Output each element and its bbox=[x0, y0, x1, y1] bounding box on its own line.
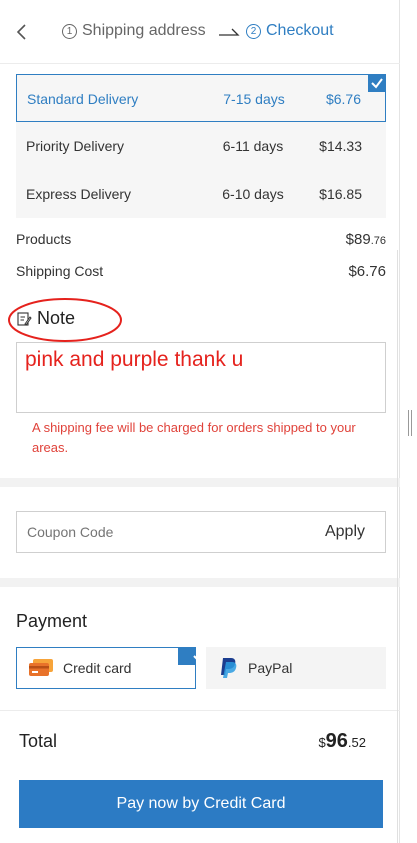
products-row: Products $89.76 bbox=[16, 231, 386, 248]
coupon-apply-button[interactable]: Apply bbox=[325, 523, 365, 541]
shipping-cost-value: $6.76 bbox=[348, 263, 386, 280]
total-cents: .52 bbox=[347, 735, 366, 750]
checkout-header: 1 Shipping address 2 Checkout bbox=[0, 0, 400, 64]
note-title: Note bbox=[16, 308, 75, 329]
step-number-1: 1 bbox=[62, 23, 77, 39]
delivery-price: $16.85 bbox=[319, 186, 362, 202]
paypal-icon bbox=[221, 658, 237, 678]
note-title-label: Note bbox=[37, 308, 76, 328]
delivery-option-standard[interactable]: Standard Delivery 7-15 days $6.76 bbox=[16, 74, 386, 122]
coupon-input[interactable] bbox=[27, 524, 267, 540]
total-label: Total bbox=[19, 731, 58, 751]
checkout-page: 1 Shipping address 2 Checkout Standard D… bbox=[0, 0, 400, 843]
selected-check-icon bbox=[178, 647, 205, 665]
total-value: $96.52 bbox=[318, 730, 366, 753]
note-handwritten-text: pink and purple thank u bbox=[25, 348, 244, 371]
section-divider bbox=[0, 578, 400, 587]
payment-option-paypal[interactable]: PayPal bbox=[206, 647, 386, 689]
total-divider bbox=[0, 710, 400, 711]
delivery-name: Standard Delivery bbox=[27, 91, 139, 107]
panel-edge bbox=[397, 250, 398, 843]
products-value-cents: .76 bbox=[370, 235, 386, 247]
products-value: $89.76 bbox=[346, 231, 386, 248]
step-shipping-label: Shipping address bbox=[82, 22, 206, 39]
resize-handle[interactable] bbox=[408, 410, 412, 436]
shipping-cost-label: Shipping Cost bbox=[16, 263, 104, 279]
delivery-option-priority[interactable]: Priority Delivery 6-11 days $14.33 bbox=[16, 122, 386, 170]
delivery-days: 7-15 days bbox=[223, 91, 285, 107]
delivery-options: Standard Delivery 7-15 days $6.76 Priori… bbox=[16, 74, 386, 218]
edit-note-icon bbox=[17, 311, 32, 326]
shipping-fee-warning: A shipping fee will be charged for order… bbox=[32, 420, 356, 455]
products-label: Products bbox=[16, 231, 72, 247]
delivery-name: Express Delivery bbox=[26, 186, 132, 202]
credit-card-label: Credit card bbox=[63, 660, 132, 676]
products-value-int: $89 bbox=[345, 231, 371, 248]
step-arrow-icon bbox=[219, 28, 240, 36]
step-checkout-label: Checkout bbox=[266, 22, 334, 39]
delivery-price: $6.76 bbox=[325, 91, 361, 107]
delivery-price: $14.33 bbox=[319, 138, 362, 154]
shipping-cost-row: Shipping Cost $6.76 bbox=[16, 263, 386, 280]
delivery-days: 6-10 days bbox=[222, 186, 284, 202]
coupon-field: Apply bbox=[16, 511, 386, 553]
step-number-2: 2 bbox=[246, 23, 261, 39]
selected-check-icon bbox=[368, 74, 386, 92]
payment-option-credit-card[interactable]: Credit card bbox=[16, 647, 205, 689]
delivery-days: 6-11 days bbox=[222, 138, 284, 154]
total-int: 96 bbox=[325, 730, 348, 752]
payment-title: Payment bbox=[16, 611, 88, 631]
delivery-option-express[interactable]: Express Delivery 6-10 days $16.85 bbox=[16, 170, 386, 218]
step-shipping-address[interactable]: 1 Shipping address bbox=[62, 22, 206, 40]
back-arrow-icon[interactable] bbox=[12, 20, 32, 44]
step-checkout[interactable]: 2 Checkout bbox=[246, 22, 334, 40]
delivery-name: Priority Delivery bbox=[26, 138, 125, 154]
paypal-label: PayPal bbox=[248, 660, 293, 676]
pay-now-button[interactable]: Pay now by Credit Card bbox=[19, 780, 383, 828]
section-divider bbox=[0, 478, 400, 487]
credit-card-icon bbox=[29, 659, 53, 676]
total-currency: $ bbox=[318, 735, 326, 750]
